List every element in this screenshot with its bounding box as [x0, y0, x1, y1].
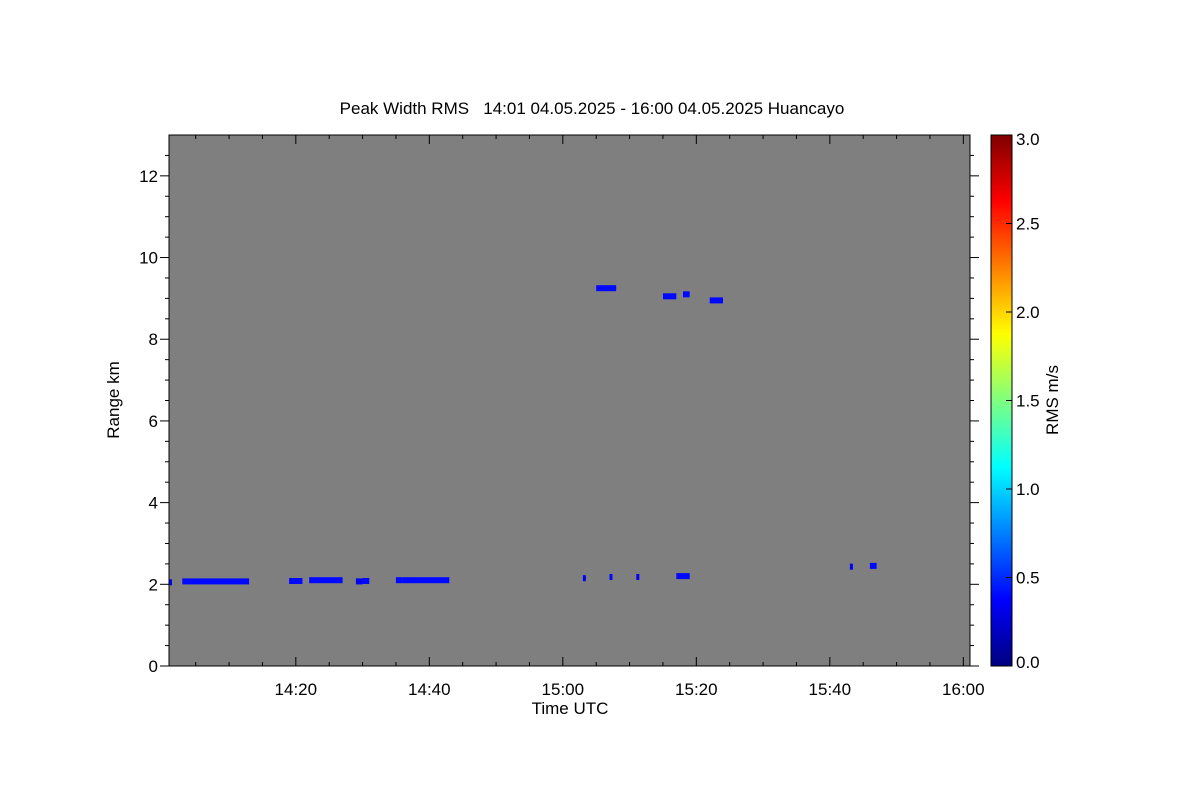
colorbar-tick-label: 0.5 [1016, 569, 1040, 588]
y-tick-label: 6 [149, 412, 158, 431]
colorbar-tick-label: 2.0 [1016, 303, 1040, 322]
data-segment [582, 575, 586, 582]
data-segment [402, 577, 450, 584]
x-axis-label: Time UTC [532, 699, 609, 718]
colorbar-tick-label: 2.5 [1016, 215, 1040, 234]
colorbar-label: RMS m/s [1043, 365, 1062, 435]
data-segment [289, 578, 303, 584]
data-segment [395, 577, 403, 584]
x-tick-label: 16:00 [942, 680, 985, 699]
data-segment [636, 574, 640, 580]
data-segment [849, 563, 853, 570]
colorbar-tick-label: 0.0 [1016, 653, 1040, 672]
x-tick-label: 15:40 [809, 680, 852, 699]
y-tick-label: 8 [149, 330, 158, 349]
x-tick-label: 14:40 [408, 680, 451, 699]
data-segment [596, 285, 617, 292]
chart-figure: Peak Width RMS 14:01 04.05.2025 - 16:00 … [104, 99, 1062, 718]
plot-area [169, 135, 970, 666]
data-segment [676, 573, 690, 580]
x-tick-label: 15:00 [542, 680, 585, 699]
y-tick-label: 4 [149, 494, 158, 513]
colorbar-tick-label: 1.0 [1016, 480, 1040, 499]
y-tick-label: 0 [149, 657, 158, 676]
y-tick-label: 2 [149, 575, 158, 594]
data-segment [609, 574, 613, 580]
data-segment [355, 578, 363, 585]
data-segment [869, 562, 877, 569]
x-tick-label: 15:20 [675, 680, 718, 699]
y-axis-label: Range km [104, 361, 123, 438]
chart-title: Peak Width RMS 14:01 04.05.2025 - 16:00 … [340, 99, 845, 118]
data-segment [709, 297, 723, 304]
colorbar-tick-label: 3.0 [1016, 130, 1040, 149]
data-segment [663, 293, 677, 300]
colorbar-tick-label: 1.5 [1016, 392, 1040, 411]
data-segment [309, 577, 343, 584]
y-tick-label: 12 [139, 167, 158, 186]
data-segment [683, 291, 690, 298]
data-segment [182, 578, 250, 585]
y-tick-label: 10 [139, 249, 158, 268]
data-segment [362, 578, 370, 584]
x-tick-label: 14:20 [275, 680, 318, 699]
